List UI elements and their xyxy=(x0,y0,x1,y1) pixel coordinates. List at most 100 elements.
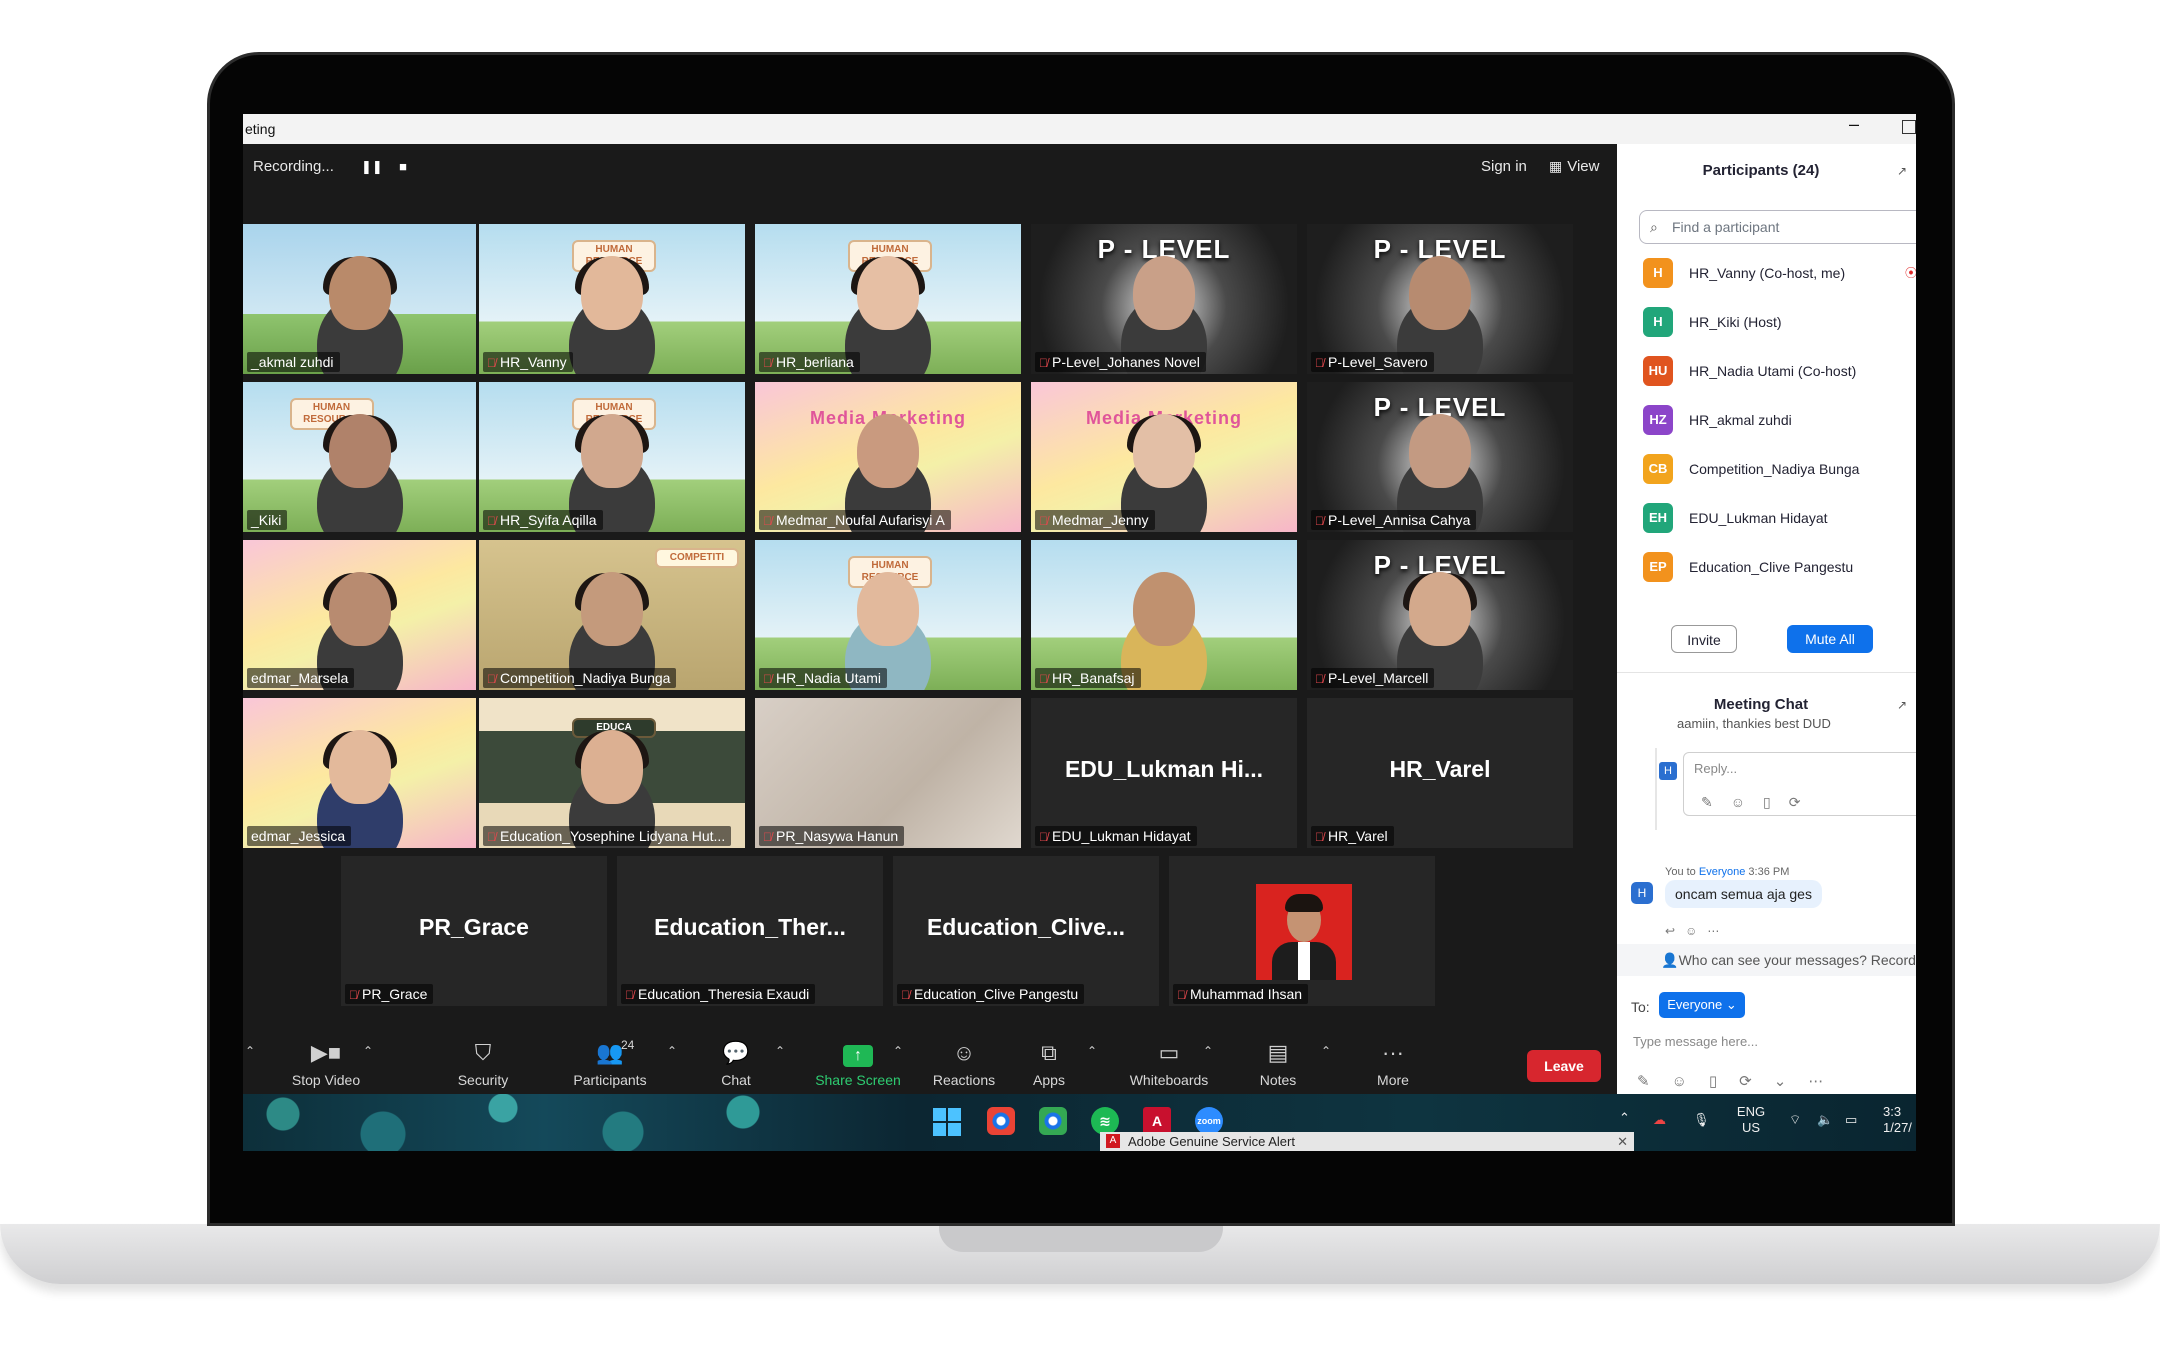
format-icon[interactable]: ✎ xyxy=(1637,1073,1672,1090)
video-tile[interactable]: P - LEVEL 🎙̸ P-Level_Johanes Novel xyxy=(1031,224,1297,374)
more-button[interactable]: ··· More xyxy=(1363,1038,1423,1088)
invite-button[interactable]: Invite xyxy=(1671,625,1737,653)
participant-row[interactable]: EP Education_Clive Pangestu xyxy=(1643,552,1913,584)
emoji-icon[interactable]: ☺ xyxy=(1731,794,1763,810)
clock[interactable]: 3:3 1/27/ xyxy=(1883,1104,1916,1136)
chat-options-chevron[interactable]: ⌃ xyxy=(775,1044,785,1058)
video-tile[interactable]: PR_Grace 🎙̸ PR_Grace xyxy=(341,856,607,1006)
video-tile[interactable]: 🎙̸ PR_Nasywa Hanun xyxy=(755,698,1021,848)
participant-video xyxy=(857,414,919,488)
video-tile[interactable]: P - LEVEL 🎙̸ P-Level_Marcell xyxy=(1307,540,1573,690)
adobe-icon[interactable]: A xyxy=(1143,1107,1171,1135)
share-screen-button[interactable]: ↑ Share Screen xyxy=(811,1038,905,1088)
recipient-dropdown[interactable]: Everyone ⌄ xyxy=(1659,992,1745,1018)
format-icon[interactable]: ✎ xyxy=(1701,794,1731,810)
video-tile[interactable]: P - LEVEL 🎙̸ P-Level_Savero xyxy=(1307,224,1573,374)
video-tile[interactable]: edmar_Marsela xyxy=(243,540,476,690)
battery-icon[interactable]: ▭ xyxy=(1845,1112,1857,1128)
video-tile[interactable]: HUMAN RESOURCE 🎙̸HR_Syifa Aqilla xyxy=(479,382,745,532)
video-tile[interactable]: 🎙̸ HR_Banafsaj xyxy=(1031,540,1297,690)
find-participant-input[interactable]: ⌕ Find a participant xyxy=(1639,210,1916,244)
participant-row[interactable]: H HR_Kiki (Host) xyxy=(1643,307,1913,339)
participant-row[interactable]: H HR_Vanny (Co-host, me) ⦿ xyxy=(1643,258,1916,290)
security-button[interactable]: ⛉ Security xyxy=(443,1038,523,1088)
apps-button[interactable]: ⧉ Apps xyxy=(1019,1038,1079,1088)
screenshot-icon[interactable]: ⟳ xyxy=(1789,794,1819,810)
more-dots-icon[interactable]: ⋯ xyxy=(1808,1073,1845,1090)
view-button[interactable]: ▦ View xyxy=(1549,158,1599,175)
mute-all-button[interactable]: Mute All xyxy=(1787,625,1873,653)
who-can-see-banner[interactable]: 👤 Who can see your messages? Record xyxy=(1617,944,1916,976)
video-tile[interactable]: P - LEVEL 🎙̸ P-Level_Annisa Cahya xyxy=(1307,382,1573,532)
participant-video xyxy=(1133,414,1195,488)
video-tile[interactable]: Education_Clive... 🎙̸ Education_Clive Pan… xyxy=(893,856,1159,1006)
video-tile[interactable]: COMPETITI 🎙̸ Competition_Nadiya Bunga xyxy=(479,540,745,690)
participant-video xyxy=(1409,256,1471,330)
stop-video-button[interactable]: ▶︎■ Stop Video xyxy=(283,1038,369,1088)
video-tile[interactable]: 🎙̸ Muhammad Ihsan xyxy=(1169,856,1435,1006)
participant-row[interactable]: CB Competition_Nadiya Bunga xyxy=(1643,454,1913,486)
video-tile[interactable]: edmar_Jessica xyxy=(243,698,476,848)
mic-muted-icon: 🎙̸ xyxy=(1315,672,1324,686)
participant-row[interactable]: HZ HR_akmal zuhdi xyxy=(1643,405,1913,437)
reply-icon[interactable]: ↩ xyxy=(1665,924,1685,938)
popout-icon[interactable]: ↗ xyxy=(1897,698,1907,712)
zoom-icon[interactable]: zoom xyxy=(1195,1107,1223,1135)
microphone-icon[interactable]: 🎙 xyxy=(1693,1112,1710,1128)
onedrive-icon[interactable]: ☁ xyxy=(1653,1112,1666,1128)
language-indicator[interactable]: ENG US xyxy=(1731,1104,1771,1136)
share-options-chevron[interactable]: ⌃ xyxy=(893,1044,903,1058)
chat-button[interactable]: 💬 Chat xyxy=(711,1038,761,1088)
sign-in-link[interactable]: Sign in xyxy=(1481,158,1527,175)
participant-row[interactable]: EH EDU_Lukman Hidayat xyxy=(1643,503,1913,535)
thread-line xyxy=(1655,748,1657,830)
popout-icon[interactable]: ↗ xyxy=(1897,164,1907,178)
video-tile[interactable]: Media Marketing 🎙̸ Medmar_Noufal Aufarisy… xyxy=(755,382,1021,532)
windows-start-icon[interactable] xyxy=(933,1108,961,1136)
close-icon[interactable]: ✕ xyxy=(1617,1132,1628,1151)
leave-button[interactable]: Leave xyxy=(1527,1050,1601,1082)
more-dots-icon[interactable]: ⋯ xyxy=(1707,924,1729,938)
participants-options-chevron[interactable]: ⌃ xyxy=(667,1044,677,1058)
screenshot-icon[interactable]: ⟳ xyxy=(1739,1073,1774,1090)
video-tile[interactable]: HUMAN RESOURCE 🎙̸HR_Nadia Utami xyxy=(755,540,1021,690)
video-tile[interactable]: Media Marketing 🎙̸ Medmar_Jenny xyxy=(1031,382,1297,532)
spotify-icon[interactable]: ≋ xyxy=(1091,1107,1119,1135)
video-tile[interactable]: _akmal zuhdi xyxy=(243,224,476,374)
video-tile[interactable]: EDU_Lukman Hi... 🎙̸ EDU_Lukman Hidayat xyxy=(1031,698,1297,848)
maximize-button[interactable] xyxy=(1902,120,1916,134)
chevron-up-icon[interactable]: ⌃ xyxy=(1619,1110,1630,1126)
notes-options-chevron[interactable]: ⌃ xyxy=(1321,1044,1331,1058)
whiteboards-options-chevron[interactable]: ⌃ xyxy=(1203,1044,1213,1058)
chat-message[interactable]: oncam semua aja ges xyxy=(1665,880,1822,908)
video-tile[interactable]: HR_Varel 🎙̸ HR_Varel xyxy=(1307,698,1573,848)
video-tile[interactable]: Education_Ther... 🎙̸ Education_Theresia E… xyxy=(617,856,883,1006)
pause-recording-button[interactable]: ❚❚ xyxy=(361,157,383,177)
minimize-button[interactable]: – xyxy=(1849,114,1859,135)
video-tile[interactable]: EDUCA 🎙̸ Education_Yosephine Lidyana Hut.… xyxy=(479,698,745,848)
chrome-icon[interactable] xyxy=(987,1107,1015,1135)
chevron-up-icon[interactable]: ⌃ xyxy=(245,1044,255,1058)
adobe-alert-notification[interactable]: A Adobe Genuine Service Alert ✕ xyxy=(1100,1132,1634,1151)
react-icon[interactable]: ☺ xyxy=(1685,924,1707,938)
video-tile[interactable]: HUMAN RESOURCE 🎙̸HR_berliana xyxy=(755,224,1021,374)
chevron-down-icon[interactable]: ⌄ xyxy=(1774,1073,1809,1090)
notes-button[interactable]: ▤ Notes xyxy=(1243,1038,1313,1088)
wifi-icon[interactable]: ⌔ xyxy=(1789,1112,1801,1128)
message-input[interactable]: Type message here... xyxy=(1633,1034,1758,1049)
file-icon[interactable]: ▯ xyxy=(1763,794,1789,810)
participant-video xyxy=(1133,572,1195,646)
whiteboards-button[interactable]: ▭ Whiteboards xyxy=(1123,1038,1215,1088)
video-tile[interactable]: HUMAN RESOURCE _Kiki xyxy=(243,382,476,532)
emoji-icon[interactable]: ☺ xyxy=(1672,1073,1709,1090)
chrome-profile-icon[interactable] xyxy=(1039,1107,1067,1135)
volume-icon[interactable]: 🔈 xyxy=(1817,1112,1833,1128)
file-icon[interactable]: ▯ xyxy=(1709,1073,1739,1090)
reactions-button[interactable]: ☺ Reactions xyxy=(927,1038,1001,1088)
video-options-chevron[interactable]: ⌃ xyxy=(363,1044,373,1058)
participants-button[interactable]: 👥 24 Participants xyxy=(565,1038,655,1088)
video-tile[interactable]: HUMAN RESOURCE 🎙̸HR_Vanny xyxy=(479,224,745,374)
participant-row[interactable]: HU HR_Nadia Utami (Co-host) xyxy=(1643,356,1913,388)
stop-recording-button[interactable]: ■ xyxy=(393,157,413,177)
apps-options-chevron[interactable]: ⌃ xyxy=(1087,1044,1097,1058)
